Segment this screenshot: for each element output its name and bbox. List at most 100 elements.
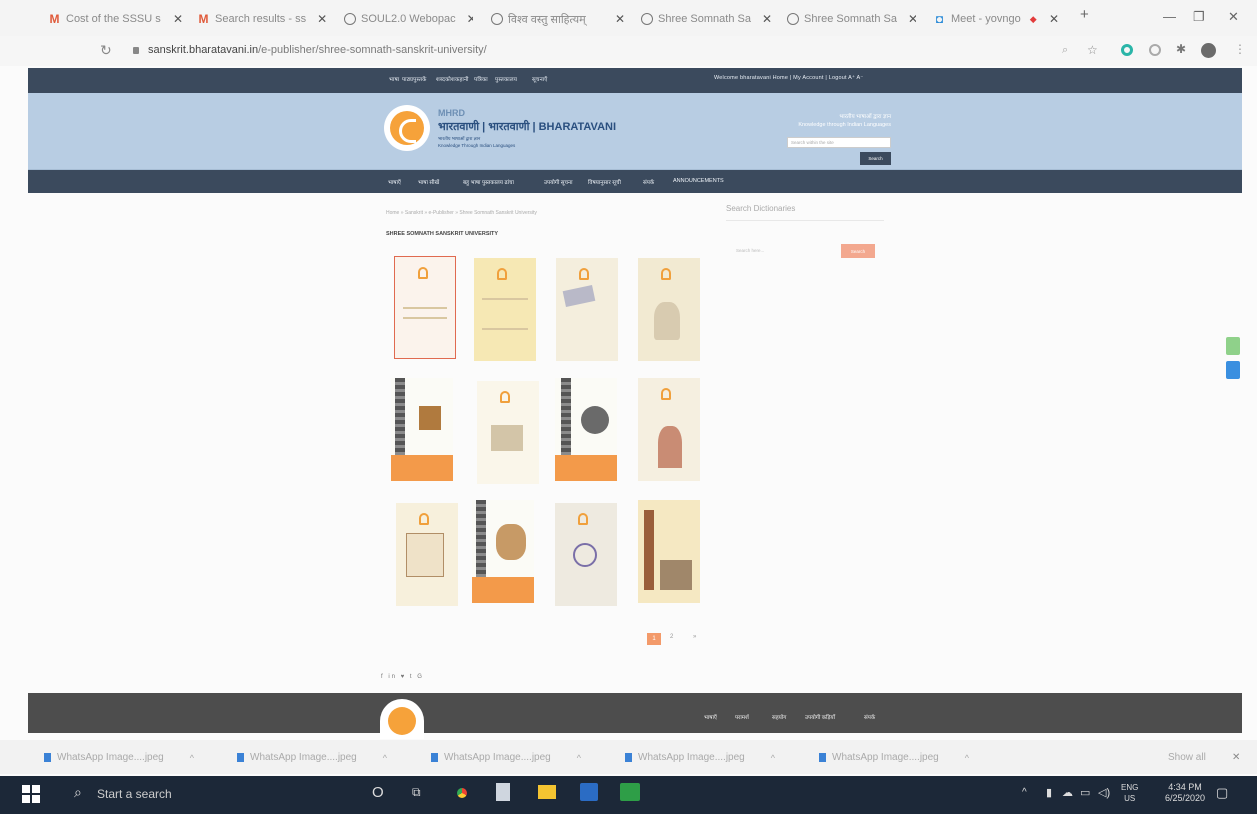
puzzle-extensions-icon[interactable]: ✱ [1176, 42, 1186, 56]
menu-item[interactable]: बहु भाषा पुस्तकालय ढांचा [463, 178, 514, 186]
menu-item[interactable]: विषयानुसार सूची [588, 178, 621, 186]
notification-icon[interactable]: ▢ [1216, 785, 1228, 801]
browser-tab[interactable]: विश्व वस्तु साहित्यम् ✕ [490, 9, 625, 29]
chevron-up-icon[interactable]: ^ [383, 753, 387, 763]
reload-icon[interactable]: ↻ [100, 42, 112, 59]
download-item[interactable]: WhatsApp Image....jpeg ^ [237, 752, 387, 763]
windows-start-icon[interactable] [22, 785, 40, 803]
search-icon[interactable]: ⌕ [74, 784, 82, 801]
url-field[interactable]: sanskrit.bharatavani.in/e-publisher/shre… [148, 44, 487, 56]
book-cover[interactable] [391, 378, 453, 481]
book-cover[interactable] [555, 503, 617, 606]
book-cover[interactable] [474, 258, 536, 361]
bookmark-star-icon[interactable]: ☆ [1087, 43, 1098, 57]
browser-tab[interactable]: Shree Somnath Sa ✕ [786, 9, 916, 29]
dictionary-search-button[interactable]: Search [841, 244, 875, 258]
browser-tab[interactable]: M Cost of the SSSU s ✕ [48, 9, 184, 29]
chevron-up-icon[interactable]: ^ [577, 753, 581, 763]
task-view-icon[interactable]: ⧉ [412, 785, 421, 800]
chevron-up-icon[interactable]: ^ [190, 753, 194, 763]
language-indicator[interactable]: ENG US [1121, 782, 1138, 804]
close-tab-icon[interactable]: ✕ [902, 12, 916, 26]
menu-item[interactable]: संपर्क [643, 178, 654, 186]
topnav-item[interactable]: शब्दकोश [436, 75, 455, 83]
download-item[interactable]: WhatsApp Image....jpeg ^ [819, 752, 969, 763]
chrome-icon[interactable] [452, 783, 472, 803]
book-cover[interactable] [396, 503, 458, 606]
topnav-item[interactable]: भाषा [389, 75, 399, 83]
book-cover[interactable] [477, 381, 539, 484]
cloud-icon[interactable]: ☁ [1062, 786, 1073, 799]
topnav-item[interactable]: सूचनाएँ [532, 75, 548, 83]
chevron-up-icon[interactable]: ^ [771, 753, 775, 763]
download-item[interactable]: WhatsApp Image....jpeg ^ [625, 752, 775, 763]
extension-icon[interactable] [1149, 44, 1161, 56]
book-cover[interactable] [555, 378, 617, 481]
account-links[interactable]: Welcome bharatavani Home | My Account | … [714, 75, 864, 81]
footer-link[interactable]: संपर्क [864, 713, 875, 721]
bharatavani-logo[interactable] [384, 105, 430, 151]
pagination-page-1[interactable]: 1 [647, 633, 661, 645]
close-tab-icon[interactable]: ✕ [1043, 12, 1059, 26]
footer-link[interactable]: परामर्श [735, 713, 749, 721]
pagination-next[interactable]: » [693, 634, 696, 640]
zoom-icon[interactable]: ⌕ [1062, 44, 1068, 57]
cortana-icon[interactable]: O [372, 784, 384, 801]
extension-icon[interactable] [1121, 44, 1133, 56]
pagination-page-2[interactable]: 2 [670, 634, 673, 640]
file-explorer-icon[interactable] [538, 785, 556, 799]
usb-icon[interactable]: ▮ [1046, 786, 1052, 799]
restore-icon[interactable]: ❐ [1193, 9, 1205, 25]
floating-chat-button[interactable] [1226, 337, 1240, 355]
browser-tab[interactable]: SOUL2.0 Webopac ✕ [343, 9, 473, 29]
book-cover[interactable] [394, 256, 456, 359]
download-item[interactable]: WhatsApp Image....jpeg ^ [44, 752, 194, 763]
chevron-up-icon[interactable]: ^ [1022, 787, 1027, 798]
book-cover[interactable] [638, 258, 700, 361]
calculator-icon[interactable] [496, 783, 510, 801]
menu-item[interactable]: उपयोगी सूचना [544, 178, 573, 186]
floating-feedback-button[interactable] [1226, 361, 1240, 379]
breadcrumb[interactable]: Home » Sanskrit » e-Publisher » Shree So… [386, 210, 537, 216]
clock[interactable]: 4:34 PM 6/25/2020 [1165, 782, 1205, 804]
close-window-icon[interactable]: ✕ [1228, 9, 1239, 25]
menu-item[interactable]: भाषा सीखें [418, 178, 439, 186]
book-cover[interactable] [556, 258, 618, 361]
browser-tab[interactable]: Shree Somnath Sa ✕ [640, 9, 772, 29]
social-share-links[interactable]: f in ♥ t G [381, 674, 424, 680]
close-tab-icon[interactable]: ✕ [311, 12, 327, 26]
topnav-item[interactable]: पाठ्यपुस्तकें [402, 75, 427, 83]
browser-tab-active[interactable]: ◘ Meet - yovngo ◆ ✕ [933, 9, 1059, 29]
show-all-downloads-link[interactable]: Show all [1168, 752, 1206, 763]
site-search-input[interactable]: Search within the site [787, 137, 891, 148]
menu-item-announcements[interactable]: ANNOUNCEMENTS [673, 178, 724, 184]
close-tab-icon[interactable]: ✕ [167, 12, 183, 26]
topnav-item[interactable]: पत्रिका [474, 75, 488, 83]
close-downloads-icon[interactable]: ✕ [1232, 752, 1240, 763]
volume-icon[interactable]: ◁) [1098, 786, 1110, 799]
taskbar-search-box[interactable]: Start a search [97, 787, 172, 801]
lock-icon[interactable] [133, 47, 139, 54]
close-tab-icon[interactable]: ✕ [609, 12, 625, 26]
download-item[interactable]: WhatsApp Image....jpeg ^ [431, 752, 581, 763]
footer-link[interactable]: भाषाएँ [704, 713, 717, 721]
footer-link[interactable]: सहयोग [772, 713, 786, 721]
dictionary-search-input[interactable]: Search here... [736, 248, 764, 253]
book-cover[interactable] [638, 378, 700, 481]
close-tab-icon[interactable]: ✕ [461, 12, 473, 26]
photos-app-icon[interactable] [620, 783, 640, 801]
new-tab-button[interactable]: + [1080, 6, 1089, 23]
topnav-item[interactable]: पुस्तकालय [495, 75, 517, 83]
menu-item[interactable]: भाषाएँ [388, 178, 401, 186]
network-icon[interactable]: ▭ [1080, 786, 1090, 799]
site-search-button[interactable]: Search [860, 152, 891, 165]
close-tab-icon[interactable]: ✕ [756, 12, 772, 26]
topnav-item[interactable]: कहानी [455, 75, 469, 83]
book-cover[interactable] [472, 500, 534, 603]
notes-app-icon[interactable] [580, 783, 598, 801]
browser-tab[interactable]: M Search results - ss ✕ [197, 9, 328, 29]
minimize-icon[interactable]: — [1163, 9, 1176, 24]
chevron-up-icon[interactable]: ^ [965, 753, 969, 763]
book-cover[interactable] [638, 500, 700, 603]
footer-link[interactable]: उपयोगी कड़ियाँ [805, 713, 835, 721]
